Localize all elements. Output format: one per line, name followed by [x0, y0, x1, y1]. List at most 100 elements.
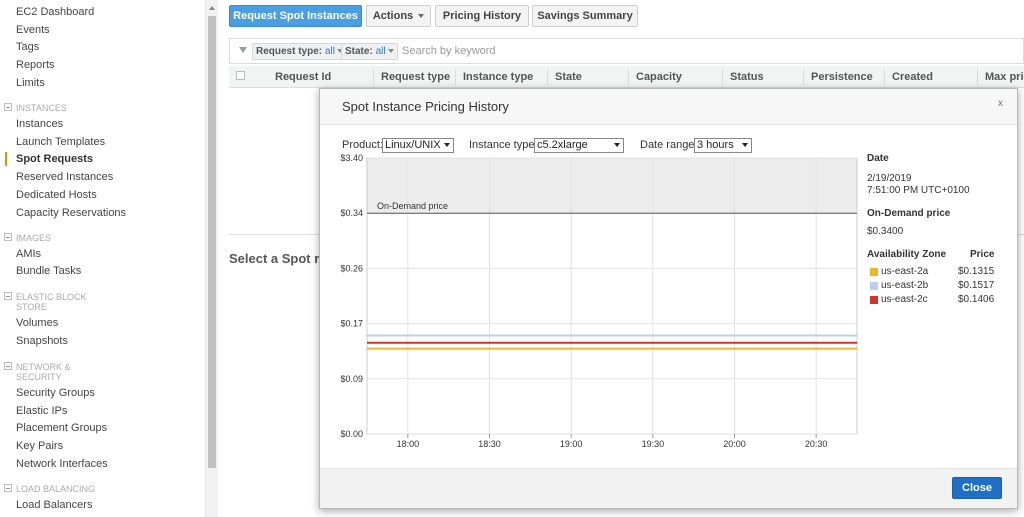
x-tick-label: 18:30: [478, 439, 501, 449]
actions-label: Actions: [372, 10, 414, 22]
nav-security-groups[interactable]: Security Groups: [16, 387, 95, 400]
sidebar-scrollbar[interactable]: [206, 0, 218, 517]
pricing-history-button[interactable]: Pricing History: [435, 5, 529, 27]
y-tick-label: $0.00: [340, 429, 363, 439]
collapse-icon[interactable]: [4, 233, 12, 241]
nav-tags[interactable]: Tags: [16, 41, 39, 54]
zone-name: us-east-2a: [881, 266, 929, 277]
savings-summary-button[interactable]: Savings Summary: [532, 5, 638, 27]
nav-events[interactable]: Events: [16, 24, 50, 37]
filter-funnel-icon: [239, 47, 247, 53]
price-heading: Price: [970, 249, 995, 260]
column-header[interactable]: Request Id: [275, 71, 331, 83]
select-all-checkbox[interactable]: [236, 71, 245, 80]
column-header[interactable]: Instance type: [463, 71, 533, 83]
column-divider: [455, 69, 456, 85]
nav-ec2-dashboard[interactable]: EC2 Dashboard: [16, 6, 94, 19]
nav-capacity-reservations[interactable]: Capacity Reservations: [16, 207, 126, 220]
on-demand-price-label: On-Demand price: [377, 201, 448, 211]
nav-reports[interactable]: Reports: [16, 59, 55, 72]
details-placeholder: Select a Spot r: [229, 251, 320, 266]
zone-price: $0.1517: [958, 280, 995, 291]
column-divider: [547, 69, 548, 85]
column-divider: [803, 69, 804, 85]
nav-load-balancers[interactable]: Load Balancers: [16, 499, 92, 512]
scrollbar-thumb[interactable]: [208, 16, 216, 468]
column-header[interactable]: Capacity: [636, 71, 682, 83]
collapse-icon[interactable]: [4, 362, 12, 370]
request-spot-instances-button[interactable]: Request Spot Instances: [229, 5, 362, 27]
section-title-line: NETWORK &: [16, 362, 71, 372]
close-button[interactable]: Close: [952, 477, 1002, 499]
section-title: NETWORK & SECURITY: [16, 362, 106, 382]
column-header[interactable]: State: [555, 71, 582, 83]
column-divider: [884, 69, 885, 85]
legend-swatch: [870, 282, 878, 290]
x-tick-label: 19:30: [642, 439, 665, 449]
x-tick-label: 19:00: [560, 439, 583, 449]
pricing-history-dialog: Spot Instance Pricing History x Product:…: [319, 88, 1018, 509]
column-header[interactable]: Status: [730, 71, 764, 83]
x-tick-label: 20:30: [805, 439, 828, 449]
nav-volumes[interactable]: Volumes: [16, 317, 58, 330]
column-header[interactable]: Created: [892, 71, 933, 83]
nav-spot-requests[interactable]: Spot Requests: [16, 153, 93, 166]
on-demand-value: $0.3400: [867, 226, 904, 237]
nav-instances[interactable]: Instances: [16, 118, 63, 131]
nav-elastic-ips[interactable]: Elastic IPs: [16, 405, 67, 418]
filter-label: Request type:: [256, 46, 323, 57]
nav-bundle-tasks[interactable]: Bundle Tasks: [16, 265, 81, 278]
section-title: LOAD BALANCING: [16, 484, 96, 494]
nav-limits[interactable]: Limits: [16, 77, 45, 90]
column-divider: [628, 69, 629, 85]
state-filter[interactable]: State: all: [341, 43, 398, 60]
collapse-icon[interactable]: [4, 292, 12, 300]
pricing-history-chart[interactable]: $0.00 $0.09 $0.17 $0.26 $0.34 $3.40 18:00 18:3…: [320, 89, 1017, 468]
nav-launch-templates[interactable]: Launch Templates: [16, 136, 105, 149]
x-tick-label: 20:00: [723, 439, 746, 449]
nav-amis[interactable]: AMIs: [16, 248, 41, 261]
date-heading: Date: [867, 153, 889, 164]
zone-name: us-east-2c: [881, 294, 928, 305]
y-tick-label: $0.09: [340, 374, 363, 384]
column-header[interactable]: Request type: [381, 71, 450, 83]
column-header[interactable]: Persistence: [811, 71, 873, 83]
x-tick-label: 18:00: [397, 439, 420, 449]
on-demand-heading: On-Demand price: [867, 208, 951, 219]
table-header: Request Id Request type Instance type St…: [229, 66, 1024, 88]
nav-dedicated-hosts[interactable]: Dedicated Hosts: [16, 189, 97, 202]
nav-key-pairs[interactable]: Key Pairs: [16, 440, 63, 453]
section-title: ELASTIC BLOCK STORE: [16, 292, 106, 312]
filter-value: all: [324, 46, 335, 57]
collapse-icon[interactable]: [4, 103, 12, 111]
filter-bar[interactable]: Request type: all State: all Search by k…: [229, 38, 1024, 64]
availability-zone-heading: Availability Zone: [867, 249, 947, 260]
collapse-icon[interactable]: [4, 484, 12, 492]
y-tick-label: $3.40: [340, 153, 363, 163]
actions-button[interactable]: Actions: [366, 5, 431, 27]
y-tick-label: $0.26: [340, 263, 363, 273]
active-item-indicator: [5, 152, 7, 166]
section-title-line: SECURITY: [16, 372, 62, 382]
column-divider: [373, 69, 374, 85]
legend-swatch: [870, 296, 878, 304]
date-value: 2/19/2019: [867, 173, 912, 184]
y-tick-label: $0.17: [340, 319, 363, 329]
section-title-line: STORE: [16, 302, 47, 312]
nav-reserved-instances[interactable]: Reserved Instances: [16, 171, 113, 184]
legend-swatch: [870, 268, 878, 276]
dialog-footer: Close: [320, 468, 1017, 508]
search-input[interactable]: Search by keyword: [402, 45, 496, 57]
section-title-line: ELASTIC BLOCK: [16, 292, 87, 302]
nav-network-interfaces[interactable]: Network Interfaces: [16, 458, 108, 471]
column-header[interactable]: Max pric: [985, 71, 1024, 83]
filter-value: all: [375, 46, 386, 57]
nav-snapshots[interactable]: Snapshots: [16, 335, 68, 348]
y-tick-label: $0.34: [340, 208, 363, 218]
zone-name: us-east-2b: [881, 280, 929, 291]
zone-price: $0.1315: [958, 266, 995, 277]
section-title: INSTANCES: [16, 103, 67, 113]
request-type-filter[interactable]: Request type: all: [252, 43, 347, 60]
nav-placement-groups[interactable]: Placement Groups: [16, 422, 107, 435]
scroll-up-arrow-icon[interactable]: [209, 6, 215, 10]
